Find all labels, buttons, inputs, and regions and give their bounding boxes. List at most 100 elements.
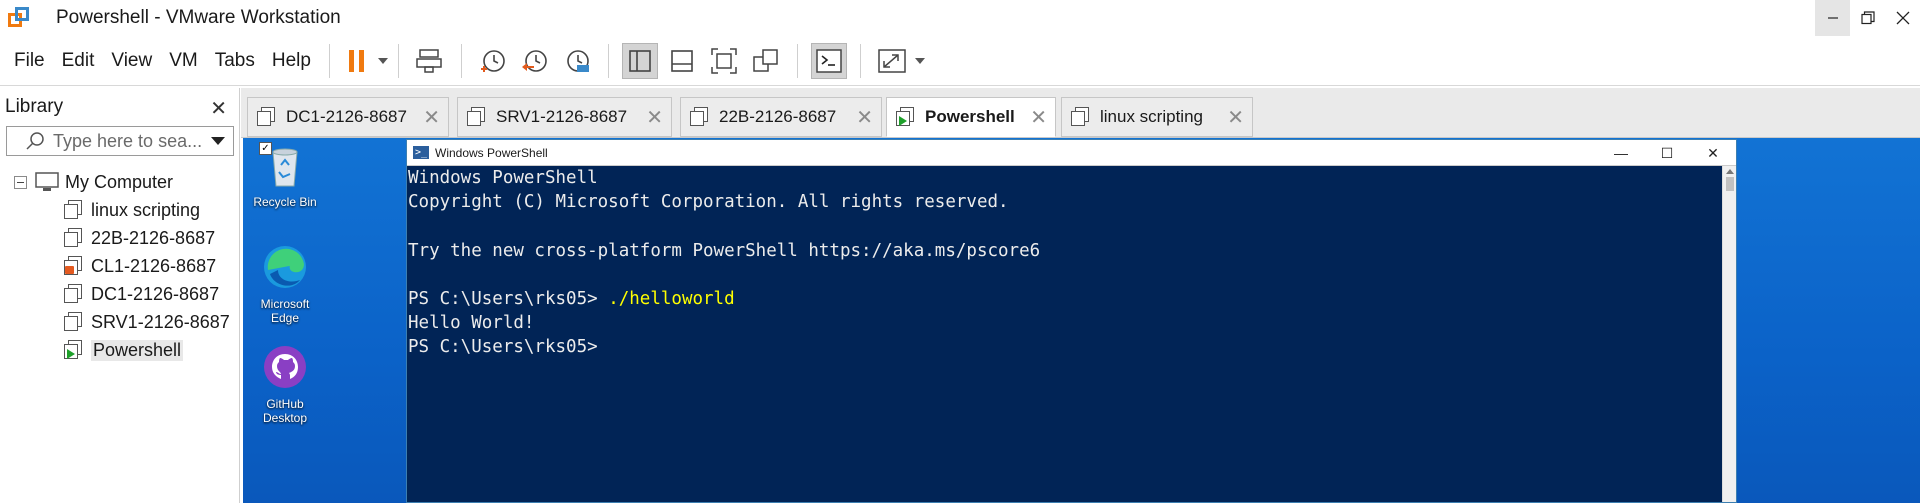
tab-powershell[interactable]: Powershell ✕ [886,97,1056,137]
full-screen-button[interactable] [706,43,742,79]
tab-close-icon[interactable]: ✕ [856,105,873,130]
tree-item-label: Powershell [91,339,184,361]
tab-22b[interactable]: 22B-2126-8687 ✕ [680,97,882,137]
tab-label: DC1-2126-8687 [286,107,407,126]
snapshot-manager-button[interactable] [559,43,595,79]
vm-tree: My Computer linux scripting 22B-2126-868… [0,168,236,364]
vm-icon [1071,107,1091,127]
search-dropdown-arrow-icon[interactable] [211,137,225,145]
vm-icon [64,312,84,332]
toolbar-divider [859,43,861,78]
tree-item-srv1[interactable]: SRV1-2126-8687 [0,308,236,336]
thumbnail-bar-button[interactable] [664,43,700,79]
tab-label: Powershell [925,107,1015,126]
toolbar-divider [796,43,798,78]
powershell-icon: >_ [413,146,429,159]
powershell-window[interactable]: >_ Windows PowerShell — ☐ ✕ Windows Powe… [406,139,1737,503]
tree-item-linux-scripting[interactable]: linux scripting [0,196,236,224]
tab-dc1[interactable]: DC1-2126-8687 ✕ [247,97,449,137]
menu-help[interactable]: Help [272,50,311,72]
show-library-button[interactable] [621,42,658,79]
tree-item-label: 22B-2126-8687 [91,227,216,248]
unity-button[interactable] [748,43,784,79]
toolbar-divider [607,43,609,78]
powershell-console-output[interactable]: Windows PowerShell Copyright (C) Microsof… [407,166,1722,502]
console-line-command: PS C:\Users\rks05> ./helloworld [408,287,1722,311]
vm-icon [64,200,84,220]
console-line: Try the new cross-platform PowerShell ht… [408,240,1041,261]
toolbar-divider [328,43,330,78]
vm-running-icon [64,340,84,360]
scroll-thumb[interactable] [1725,177,1734,191]
window-title: Powershell - VMware Workstation [56,7,341,28]
minimize-button[interactable] [1815,0,1850,36]
tree-item-22b[interactable]: 22B-2126-8687 [0,224,236,252]
tree-item-cl1[interactable]: CL1-2126-8687 [0,252,236,280]
search-icon [26,132,44,150]
search-input[interactable] [53,130,203,152]
tab-label: SRV1-2126-8687 [496,107,628,126]
scroll-up-icon[interactable] [1725,169,1734,174]
stretch-dropdown-arrow-icon[interactable] [914,57,925,64]
vm-icon [257,107,277,127]
ps-maximize-button[interactable]: ☐ [1644,140,1690,166]
console-command: ./helloworld [608,289,735,310]
tree-root-my-computer[interactable]: My Computer [0,168,236,196]
console-view-button[interactable] [810,42,847,79]
powershell-scrollbar[interactable] [1722,166,1736,502]
stretch-guest-button[interactable] [874,43,910,79]
desktop-icon-label: Microsoft Edge [260,297,310,325]
console-prompt: PS C:\Users\rks05> [408,289,609,310]
library-search[interactable] [6,126,234,156]
console-line: Copyright (C) Microsoft Corporation. All… [408,192,1009,213]
tree-item-dc1[interactable]: DC1-2126-8687 [0,280,236,308]
desktop-icon-edge[interactable]: Microsoft Edge [247,242,323,325]
menu-file[interactable]: File [14,50,45,72]
vm-icon [467,107,487,127]
vm-console[interactable]: ✓ Recycle Bin Microsoft Edge GitHub Desk… [243,138,1920,503]
vm-tab-strip: DC1-2126-8687 ✕ SRV1-2126-8687 ✕ 22B-212… [241,88,1920,138]
tab-close-icon[interactable]: ✕ [1227,105,1244,130]
tab-srv1[interactable]: SRV1-2126-8687 ✕ [457,97,672,137]
library-close-icon[interactable]: ✕ [210,96,227,121]
tab-linux-scripting[interactable]: linux scripting ✕ [1061,97,1253,137]
revert-snapshot-button[interactable] [517,43,553,79]
take-snapshot-button[interactable] [475,43,511,79]
checkbox-icon: ✓ [259,142,272,155]
title-bar: Powershell - VMware Workstation [0,0,1920,36]
toolbar-divider [397,43,399,78]
tree-root-label: My Computer [65,171,174,192]
ps-minimize-button[interactable]: — [1598,140,1644,166]
restore-button[interactable] [1850,0,1885,36]
tree-item-powershell[interactable]: Powershell [0,336,236,364]
power-dropdown-arrow-icon[interactable] [377,57,388,64]
console-line: Hello World! [408,313,535,334]
tree-item-label: SRV1-2126-8687 [91,311,230,332]
vm-running-icon [896,107,916,127]
edge-icon [264,246,306,288]
desktop-icon-github-desktop[interactable]: GitHub Desktop [247,342,323,425]
vmware-logo-icon [8,7,30,29]
menu-edit[interactable]: Edit [62,50,95,72]
ps-close-button[interactable]: ✕ [1690,140,1736,166]
tab-label: 22B-2126-8687 [719,107,837,126]
desktop-icon-label: Recycle Bin [253,195,317,209]
tab-close-icon[interactable]: ✕ [646,105,663,130]
tab-label: linux scripting [1100,107,1203,126]
menu-vm[interactable]: VM [169,50,198,72]
desktop-icon-recycle-bin[interactable]: ✓ Recycle Bin [247,140,323,209]
close-button[interactable] [1885,0,1920,36]
library-panel: Library ✕ My Computer linux scripting 22… [0,88,240,503]
computer-icon [35,172,59,191]
collapse-icon[interactable] [14,175,27,189]
menu-view[interactable]: View [111,50,152,72]
tab-close-icon[interactable]: ✕ [423,105,440,130]
send-ctrl-alt-del-button[interactable] [412,43,448,79]
desktop-icon-label: GitHub Desktop [262,397,308,425]
pause-button[interactable] [343,43,371,79]
menu-tabs[interactable]: Tabs [215,50,255,72]
tree-item-label: DC1-2126-8687 [91,283,220,304]
tab-close-icon[interactable]: ✕ [1030,105,1047,130]
